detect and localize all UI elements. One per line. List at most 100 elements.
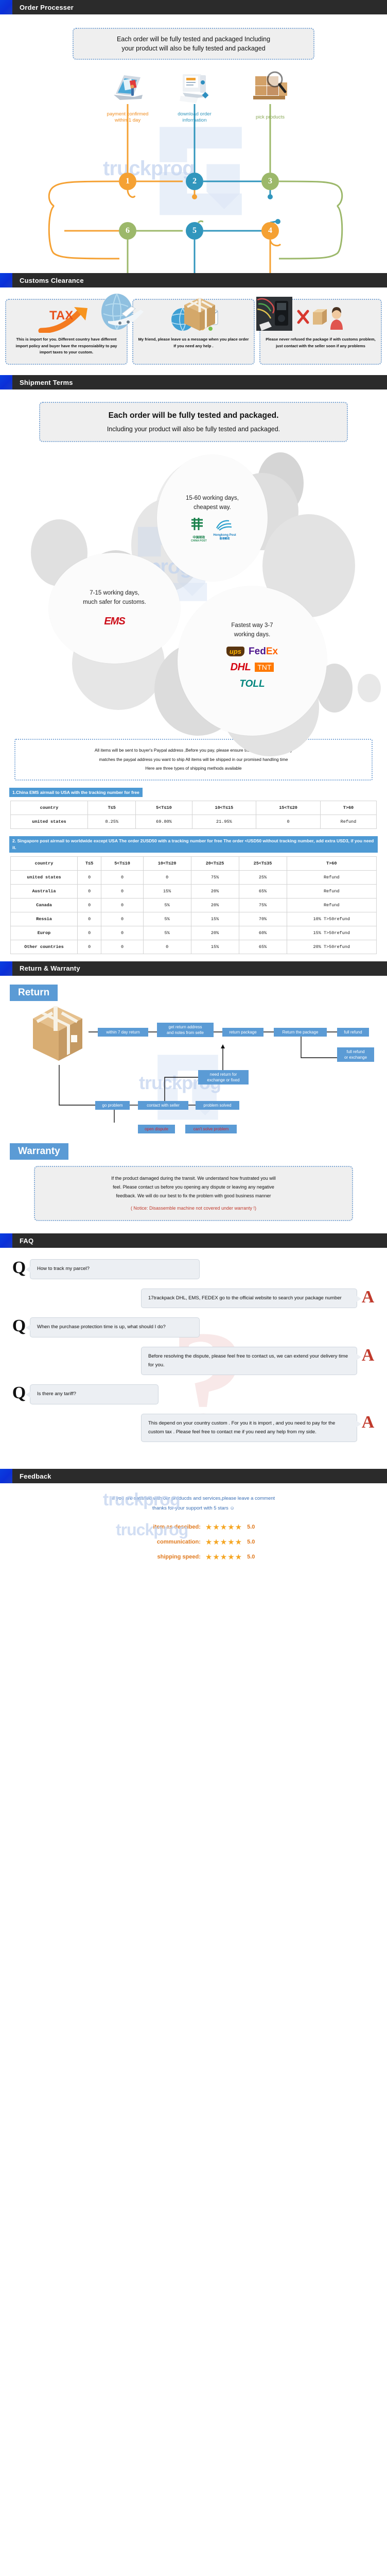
node-go-problem: go problem <box>95 1100 130 1110</box>
bubble-caption: 7-15 working days, much safer for custom… <box>83 590 146 606</box>
rating-value: 5.0 <box>247 1554 255 1561</box>
section-title: Customs Clearance <box>20 276 84 284</box>
globe-airplane-icon <box>101 293 144 330</box>
table2-r0-c3: 0 <box>143 870 191 885</box>
table-row: Australia 0 0 15% 20% 65% Refund <box>10 884 377 899</box>
post-logos: 中国邮政 CHINA POST Hongkong Post 香港郵政 <box>188 517 236 543</box>
china-post-icon <box>191 517 203 530</box>
table2-r5-c0: Other countries <box>10 939 78 954</box>
bubble-caption: Fastest way 3-7 working days. <box>231 622 273 638</box>
table2-r0-c2: 0 <box>101 870 144 885</box>
faq-item-1: Q How to track my parcel? <box>8 1259 379 1279</box>
table2-r3-c1: 0 <box>77 911 102 926</box>
section-accent-square <box>0 0 12 14</box>
section-header-customs-clearance: Customs Clearance <box>0 273 387 288</box>
section-accent-square <box>0 1469 12 1484</box>
table2-r3-c6: 10% T>50refund <box>286 911 377 926</box>
flow-label-2: download order information <box>178 111 212 124</box>
return-tag: Return <box>10 984 58 1001</box>
hongkong-post-logo: Hongkong Post 香港郵政 <box>213 519 236 540</box>
table-row: Other countries 0 0 0 15% 65% 20% T>50re… <box>10 939 377 954</box>
table2-r4-c5: 60% <box>238 925 287 940</box>
notice-line3: Here are three types of shipping methods… <box>145 766 242 771</box>
node-get-return-address: get return address and notes from selle <box>157 1022 214 1038</box>
faq-item-3: Q Is there any tariff? <box>8 1384 379 1404</box>
express-logos-row3: TOLL <box>239 679 265 690</box>
table2-r2-c5: 75% <box>238 897 287 912</box>
table2-r1-c6: Refund <box>286 884 377 899</box>
feedback-intro-line2: thanks for your support with 5 stars ☺ <box>152 1505 235 1512</box>
shipping-bubble-ems: 7-15 working days, much safer for custom… <box>49 553 180 664</box>
faq-answer: 17trackpack DHL, EMS, FEDEX go to the of… <box>141 1288 361 1309</box>
table-header-row: country T≤5 5<T≤10 10<T≤15 15<T≤20 T>60 <box>10 801 377 816</box>
table2-r3-c2: 0 <box>101 911 144 926</box>
flow-node-2: 2 <box>186 173 203 191</box>
flow-label-1: payment confirmed within 1 day <box>107 111 149 124</box>
testing-device-icon <box>256 297 292 331</box>
warranty-line2: feel. Please contact us before you openi… <box>113 1184 274 1190</box>
table-row: Canada 0 0 5% 20% 75% Refund <box>10 897 377 912</box>
rating-row-communication: communication: ★★★★★ 5.0 <box>0 1537 387 1547</box>
table1-title: 1.China EMS airmail to USA with the trac… <box>9 787 143 798</box>
shipping-table-1: country T≤5 5<T≤10 10<T≤15 15<T≤20 T>60 … <box>10 801 377 829</box>
table1-r0-c2: 69.80% <box>135 815 192 829</box>
flow-node-4: 4 <box>261 222 279 240</box>
flow-node-1: 1 <box>119 173 136 191</box>
table2-r1-c5: 65% <box>238 884 287 899</box>
feedback-intro: If you are satisfied with our producds a… <box>0 1483 387 1516</box>
shipping-notice-box: All items will be sent to buyer's Paypal… <box>14 739 373 781</box>
table1-header-2: 5<T≤10 <box>135 801 192 816</box>
node-within-7-day-return: within 7 day return <box>98 1027 148 1037</box>
rating-row-shipping-speed: shipping speed: ★★★★★ 5.0 <box>0 1552 387 1562</box>
return-flow-connectors <box>59 1031 337 1123</box>
table2-r1-c3: 15% <box>143 884 191 899</box>
table2-r2-c4: 20% <box>190 897 239 912</box>
rating-row-item-as-described: item as descibed: ★★★★★ 5.0 <box>0 1522 387 1532</box>
faq-answer-2: Before resolving the dispute, please fee… <box>8 1347 379 1376</box>
express-logos-row2: DHL TNT <box>231 662 274 673</box>
table2-r4-c2: 0 <box>101 925 144 940</box>
customs-card-text: Please never refused the package if with… <box>266 337 376 348</box>
table1-r0-c5: Refund <box>320 815 377 829</box>
node-contact-with-seller: contact with seller <box>138 1100 188 1110</box>
svg-text:TAX: TAX <box>49 309 73 323</box>
rating-value: 5.0 <box>247 1539 255 1546</box>
shipment-headline: Each order will be fully tested and pack… <box>108 411 279 420</box>
faq-item-2: Q When the purchase protection time is u… <box>8 1317 379 1338</box>
decor-blob <box>358 674 381 703</box>
monitor-document-icon <box>180 74 209 104</box>
rating-label: shipping speed: <box>157 1554 201 1561</box>
table2-header-5: 25<T≤35 <box>238 856 287 871</box>
node-cant-solve-problem: can't solve problem <box>185 1124 237 1133</box>
tax-arrow-icon: TAX <box>38 304 95 334</box>
table2-r1-c2: 0 <box>101 884 144 899</box>
shipping-table-2: country T≤5 5<T≤10 10<T≤20 20<T≤25 25<T≤… <box>10 856 377 954</box>
flow-label-3: pick products <box>256 114 285 121</box>
table2-r2-c1: 0 <box>77 897 102 912</box>
express-logos-row1: ups FedEx <box>226 646 278 657</box>
section-title: Shipment Terms <box>20 378 73 386</box>
table2-header-3: 10<T≤20 <box>143 856 191 871</box>
table1-r0-c1: 8.25% <box>87 815 136 829</box>
tnt-logo: TNT <box>255 663 274 672</box>
table2-r3-c4: 15% <box>190 911 239 926</box>
table2-r4-c6: 15% T>50refund <box>286 925 377 940</box>
warranty-box: If the product damaged during the transi… <box>34 1165 353 1222</box>
table2-header-6: T>60 <box>286 856 377 871</box>
table1-header-3: 10<T≤15 <box>191 801 257 816</box>
table2-r5-c6: 20% T>50refund <box>286 939 377 954</box>
table2-header-0: country <box>10 856 78 871</box>
flow-node-6: 6 <box>119 222 136 240</box>
notice-line1: All items will be sent to buyer's Paypal… <box>94 748 293 753</box>
table2-r3-c5: 70% <box>238 911 287 926</box>
rating-stars: ★★★★★ <box>205 1553 243 1562</box>
shipment-subline: Including your product will also be full… <box>107 426 280 433</box>
shipment-intro-box: Each order will be fully tested and pack… <box>39 402 348 443</box>
boxes-magnifier-icon <box>253 71 287 100</box>
node-problem-solved: problem solved <box>196 1100 239 1110</box>
table2-r3-c3: 5% <box>143 911 191 926</box>
node-full-refund: full refund <box>337 1027 369 1037</box>
node-return-package: return package <box>222 1027 263 1037</box>
section-accent-square <box>0 273 12 288</box>
